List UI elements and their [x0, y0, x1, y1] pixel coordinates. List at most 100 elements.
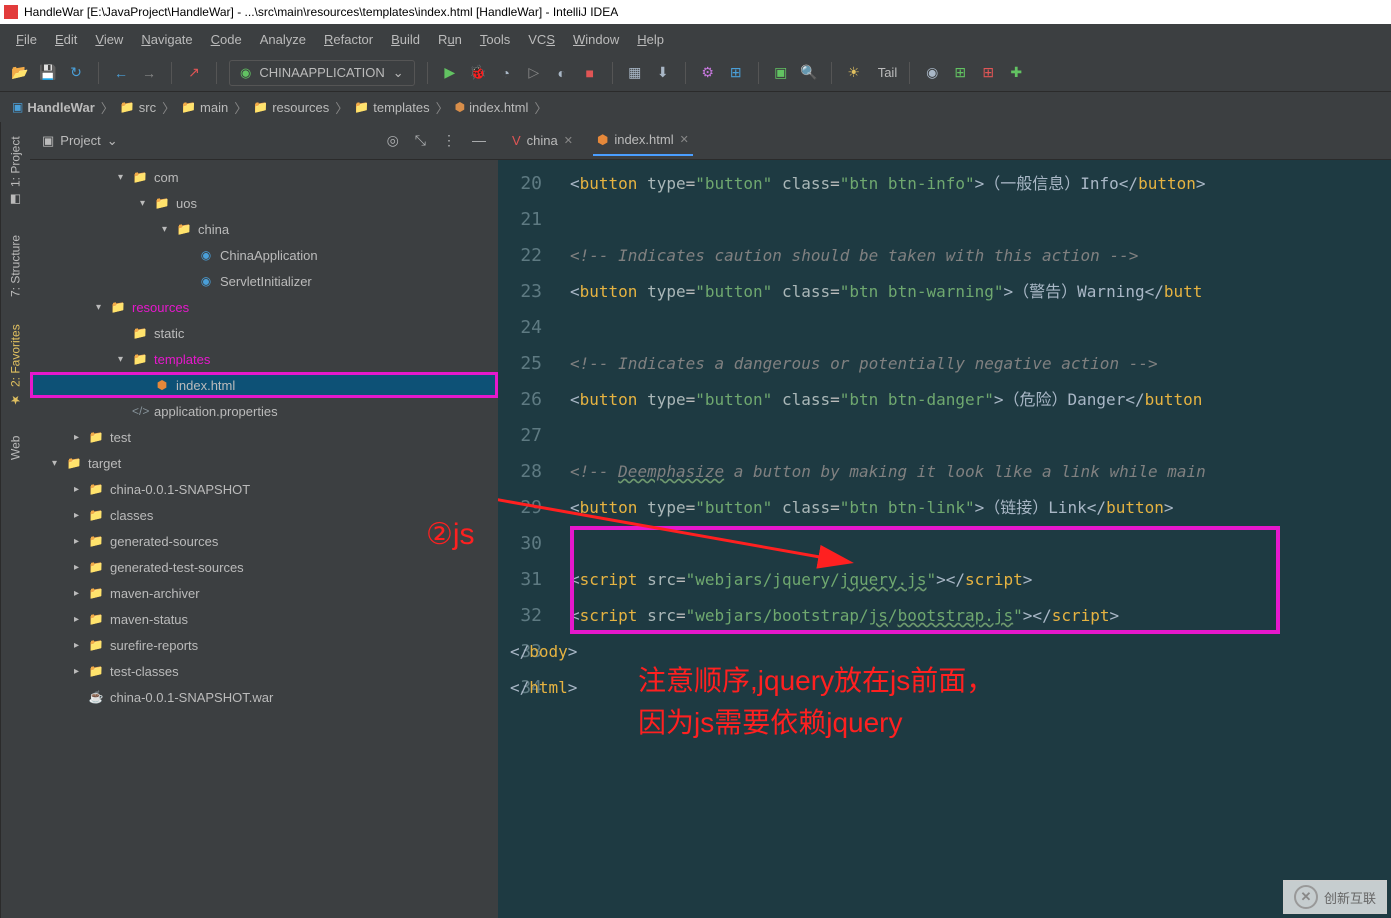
tab-favorites[interactable]: ★ 2: Favorites	[5, 319, 26, 414]
menu-file[interactable]: File	[8, 28, 45, 51]
folder-icon: 📁	[120, 100, 135, 114]
chevron-right-icon: 〉	[234, 98, 247, 117]
tail-label[interactable]: Tail	[878, 65, 898, 80]
separator	[685, 62, 686, 84]
minimize-icon[interactable]: —	[472, 132, 486, 149]
menu-help[interactable]: Help	[629, 28, 672, 51]
tree-row[interactable]: ☕china-0.0.1-SNAPSHOT.war	[30, 684, 498, 710]
tree-row[interactable]: ▸📁test-classes	[30, 658, 498, 684]
dot-icon[interactable]: ◉	[922, 63, 942, 83]
refresh-icon[interactable]: ↻	[66, 63, 86, 83]
coverage-icon[interactable]: ◔	[496, 63, 516, 83]
sdk-icon[interactable]: ⬇	[653, 63, 673, 83]
tree-row[interactable]: ▾📁resources	[30, 294, 498, 320]
app-icon	[4, 5, 18, 19]
left-tool-gutter: Web ★ 2: Favorites 7: Structure ◨ 1: Pro…	[0, 122, 30, 918]
breadcrumb-item[interactable]: ⬢ index.html	[455, 100, 529, 115]
code-area[interactable]: 202122232425262728293031323334 <button t…	[498, 160, 1391, 918]
target-icon[interactable]: ◎	[387, 132, 399, 149]
open-icon[interactable]: 📂	[10, 63, 30, 83]
breadcrumb-item[interactable]: 📁 src	[120, 100, 156, 115]
run-icon[interactable]: ▶	[440, 63, 460, 83]
tree-row[interactable]: ▸📁china-0.0.1-SNAPSHOT	[30, 476, 498, 502]
bulb-icon[interactable]: ☀	[844, 63, 864, 83]
editor-panel: Vchina✕ ⬢index.html✕ 20212223242526272829…	[498, 122, 1391, 918]
tree-row[interactable]: ▸📁test	[30, 424, 498, 450]
menu-build[interactable]: Build	[383, 28, 428, 51]
chevron-right-icon: 〉	[436, 98, 449, 117]
profile-icon[interactable]: ▷	[524, 63, 544, 83]
project-panel-header: ▣ Project ⌄ ◎ ⤡ ⋮ —	[30, 122, 498, 160]
tab-project[interactable]: ◨ 1: Project	[5, 130, 26, 213]
compass-icon[interactable]: ↗	[184, 63, 204, 83]
structure-icon[interactable]: ⊞	[726, 63, 746, 83]
tree-row[interactable]: ◉ServletInitializer	[30, 268, 498, 294]
tree-row[interactable]: ▾📁target	[30, 450, 498, 476]
settings-icon[interactable]: ⋮	[442, 132, 456, 149]
menu-refactor[interactable]: Refactor	[316, 28, 381, 51]
breadcrumb-item[interactable]: 📁 main	[181, 100, 228, 115]
debug-icon[interactable]: 🐞	[468, 63, 488, 83]
tree-row[interactable]: ◉ChinaApplication	[30, 242, 498, 268]
concurrency-icon[interactable]: ◐	[552, 63, 572, 83]
tree-row[interactable]: ▸📁generated-test-sources	[30, 554, 498, 580]
tab-structure[interactable]: 7: Structure	[5, 229, 26, 303]
separator	[758, 62, 759, 84]
tree-row[interactable]: ▾📁templates	[30, 346, 498, 372]
tree-row[interactable]: ▾📁uos	[30, 190, 498, 216]
forward-icon[interactable]: →	[139, 63, 159, 83]
folder-icon: 📁	[181, 100, 196, 114]
tree-row[interactable]: 📁static	[30, 320, 498, 346]
menu-view[interactable]: View	[87, 28, 131, 51]
breadcrumb-item[interactable]: 📁 templates	[354, 100, 429, 115]
editor-tab[interactable]: Vchina✕	[508, 127, 577, 154]
menu-edit[interactable]: Edit	[47, 28, 85, 51]
title-bar: HandleWar [E:\JavaProject\HandleWar] - .…	[0, 0, 1391, 24]
avd-icon[interactable]: ▦	[625, 63, 645, 83]
watermark-logo: ✕	[1294, 885, 1318, 909]
menu-code[interactable]: Code	[203, 28, 250, 51]
save-icon[interactable]: 💾	[38, 63, 58, 83]
menu-navigate[interactable]: Navigate	[133, 28, 200, 51]
editor-tabs: Vchina✕ ⬢index.html✕	[498, 122, 1391, 160]
stop-icon[interactable]: ■	[580, 63, 600, 83]
search-icon[interactable]: 🔍	[799, 63, 819, 83]
annotation-js-label: ②js	[426, 512, 475, 557]
html-icon: ⬢	[455, 100, 465, 114]
puzzle-icon[interactable]: ✚	[1006, 63, 1026, 83]
tree-row[interactable]: </>application.properties	[30, 398, 498, 424]
back-icon[interactable]: ←	[111, 63, 131, 83]
separator	[612, 62, 613, 84]
chevron-down-icon: ⌄	[393, 65, 404, 81]
menu-tools[interactable]: Tools	[472, 28, 518, 51]
menu-analyze[interactable]: Analyze	[252, 28, 314, 51]
grid2-icon[interactable]: ⊞	[978, 63, 998, 83]
watermark: ✕ 创新互联	[1283, 880, 1387, 914]
code-content[interactable]: <button type="button" class="btn btn-inf…	[558, 160, 1391, 918]
terminal-icon[interactable]: ▣	[771, 63, 791, 83]
chevron-right-icon: 〉	[534, 98, 547, 117]
run-config-select[interactable]: ◉ CHINAAPPLICATION ⌄	[229, 60, 415, 86]
tree-row[interactable]: ▸📁maven-status	[30, 606, 498, 632]
grid-icon[interactable]: ⊞	[950, 63, 970, 83]
breadcrumb-item[interactable]: ▣ HandleWar	[12, 100, 95, 115]
project-panel-title[interactable]: ▣ Project ⌄	[42, 133, 118, 149]
close-icon[interactable]: ✕	[680, 133, 689, 146]
settings-icon[interactable]: ⚙	[698, 63, 718, 83]
tree-row[interactable]: ▸📁maven-archiver	[30, 580, 498, 606]
separator	[909, 62, 910, 84]
tab-web[interactable]: Web	[5, 429, 26, 465]
collapse-icon[interactable]: ⤡	[415, 132, 426, 149]
folder-icon: 📁	[354, 100, 369, 114]
project-icon: ▣	[12, 100, 23, 114]
tree-row[interactable]: ⬢index.html	[30, 372, 498, 398]
breadcrumb-item[interactable]: 📁 resources	[253, 100, 329, 115]
editor-tab[interactable]: ⬢index.html✕	[593, 126, 693, 156]
tree-row[interactable]: ▾📁com	[30, 164, 498, 190]
menu-run[interactable]: Run	[430, 28, 470, 51]
tree-row[interactable]: ▾📁china	[30, 216, 498, 242]
tree-row[interactable]: ▸📁surefire-reports	[30, 632, 498, 658]
menu-vcs[interactable]: VCS	[520, 28, 563, 51]
menu-window[interactable]: Window	[565, 28, 627, 51]
close-icon[interactable]: ✕	[564, 134, 573, 147]
